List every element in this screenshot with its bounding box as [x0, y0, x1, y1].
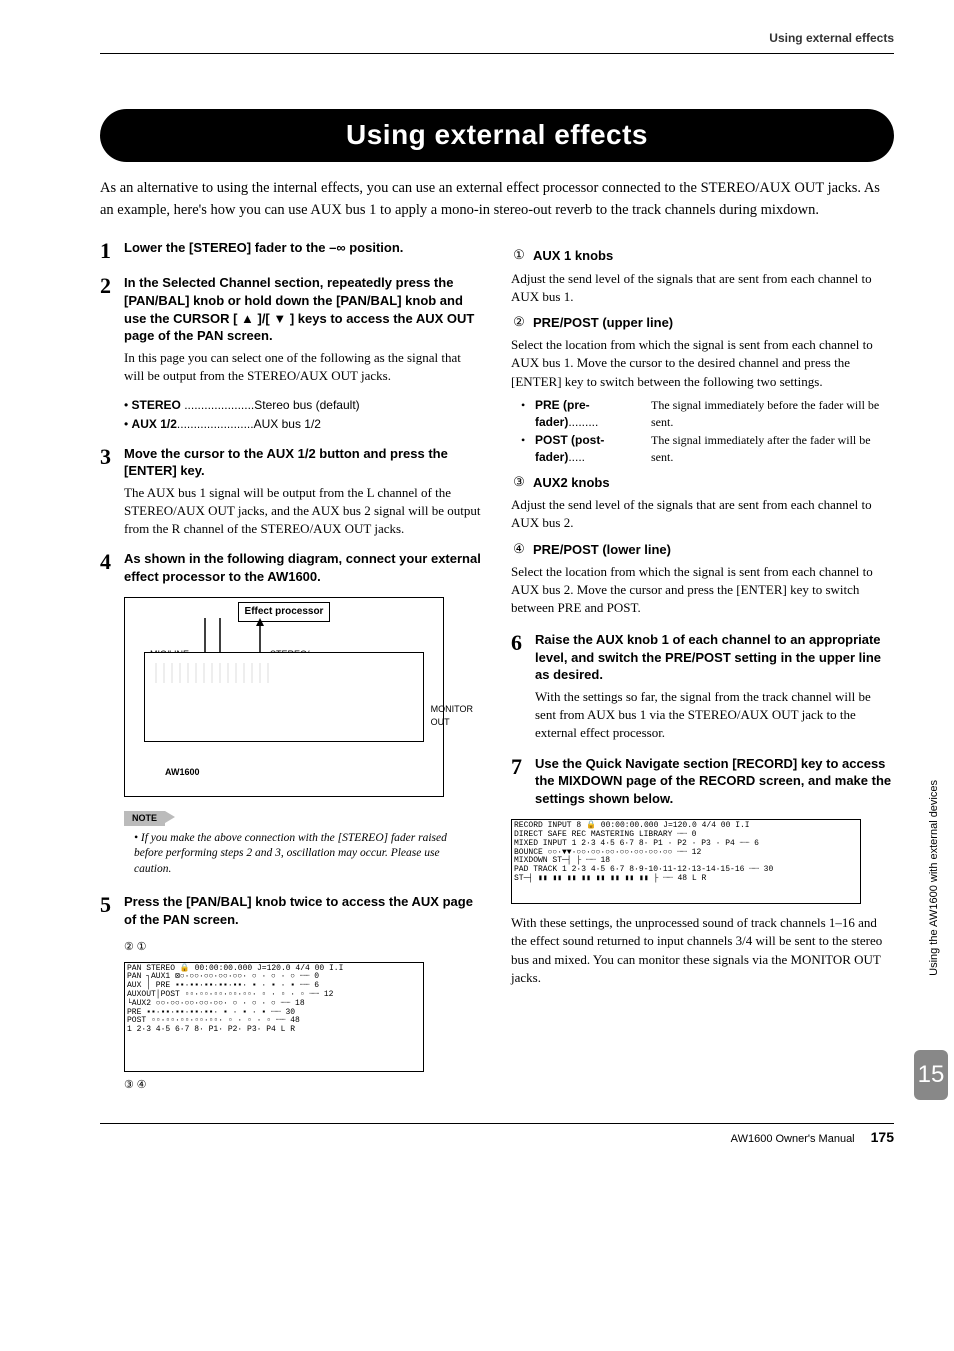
side-chapter-number: 15	[914, 1050, 948, 1100]
callouts-top: ② ①	[124, 940, 483, 955]
prepost-upper-body: Select the location from which the signa…	[511, 336, 894, 391]
circ-1: ①	[511, 247, 527, 265]
step-3-head: Move the cursor to the AUX 1/2 button an…	[124, 445, 483, 480]
record-mixdown-screenshot: RECORD INPUT 8 🔒 00:00:00.000 J=120.0 4/…	[511, 819, 861, 904]
monitor-label: MONITOR	[431, 703, 473, 716]
side-chapter-text: Using the AW1600 with external devices	[927, 780, 942, 976]
out-label: OUT	[431, 716, 473, 729]
header-rule	[100, 53, 894, 54]
step-1-head: Lower the [STEREO] fader to the –∞ posit…	[124, 239, 403, 257]
prepost-lower-title: PRE/POST (lower line)	[533, 541, 671, 559]
step-number-2: 2	[100, 274, 124, 385]
post-fader-item: • POST (post-fader)..... The signal imme…	[521, 432, 894, 466]
step-2-head: In the Selected Channel section, repeate…	[124, 274, 483, 344]
step-6-body: With the settings so far, the signal fro…	[535, 688, 894, 743]
step-number-5: 5	[100, 893, 124, 928]
circ-3: ③	[511, 474, 527, 492]
intro-paragraph: As an alternative to using the internal …	[100, 178, 894, 222]
step-number-6: 6	[511, 631, 535, 742]
header-topic: Using external effects	[100, 30, 894, 47]
step-2-bullet-2: • AUX 1/2.......................AUX bus …	[124, 416, 483, 433]
footer-page-number: 175	[871, 1128, 894, 1148]
aw1600-device: MONITOR OUT	[144, 652, 424, 742]
step-3-body: The AUX bus 1 signal will be output from…	[124, 484, 483, 539]
step-2-bullet-1: • STEREO .....................Stereo bus…	[124, 397, 483, 414]
step-number-1: 1	[100, 239, 124, 262]
note-label: NOTE	[124, 811, 165, 826]
prepost-lower-body: Select the location from which the signa…	[511, 563, 894, 618]
prepost-upper-title: PRE/POST (upper line)	[533, 314, 673, 332]
step-5-head: Press the [PAN/BAL] knob twice to access…	[124, 893, 483, 928]
aux2-knobs-body: Adjust the send level of the signals tha…	[511, 496, 894, 532]
step-7-after: With these settings, the unprocessed sou…	[511, 914, 894, 987]
step-7-head: Use the Quick Navigate section [RECORD] …	[535, 755, 894, 808]
note-text: If you make the above connection with th…	[134, 831, 475, 878]
aux1-knobs-body: Adjust the send level of the signals tha…	[511, 270, 894, 306]
aw1600-label: AW1600	[165, 766, 200, 779]
pre-fader-item: • PRE (pre-fader)......... The signal im…	[521, 397, 894, 431]
footer-manual: AW1600 Owner's Manual	[731, 1132, 855, 1147]
step-6-head: Raise the AUX knob 1 of each channel to …	[535, 631, 894, 684]
circ-4: ④	[511, 541, 527, 559]
connection-diagram: Effect processor MIC/LINE INPUT 3/4 STER…	[124, 597, 483, 797]
callouts-bottom: ③ ④	[124, 1078, 483, 1093]
aux1-knobs-title: AUX 1 knobs	[533, 247, 613, 265]
step-2-body: In this page you can select one of the f…	[124, 349, 483, 385]
step-number-7: 7	[511, 755, 535, 808]
pan-aux-screenshot: PAN STEREO 🔒 00:00:00.000 J=120.0 4/4 00…	[124, 962, 424, 1072]
page-title: Using external effects	[100, 109, 894, 162]
step-4-head: As shown in the following diagram, conne…	[124, 550, 483, 585]
aux2-knobs-title: AUX2 knobs	[533, 474, 610, 492]
step-number-3: 3	[100, 445, 124, 539]
step-number-4: 4	[100, 550, 124, 585]
circ-2: ②	[511, 314, 527, 332]
